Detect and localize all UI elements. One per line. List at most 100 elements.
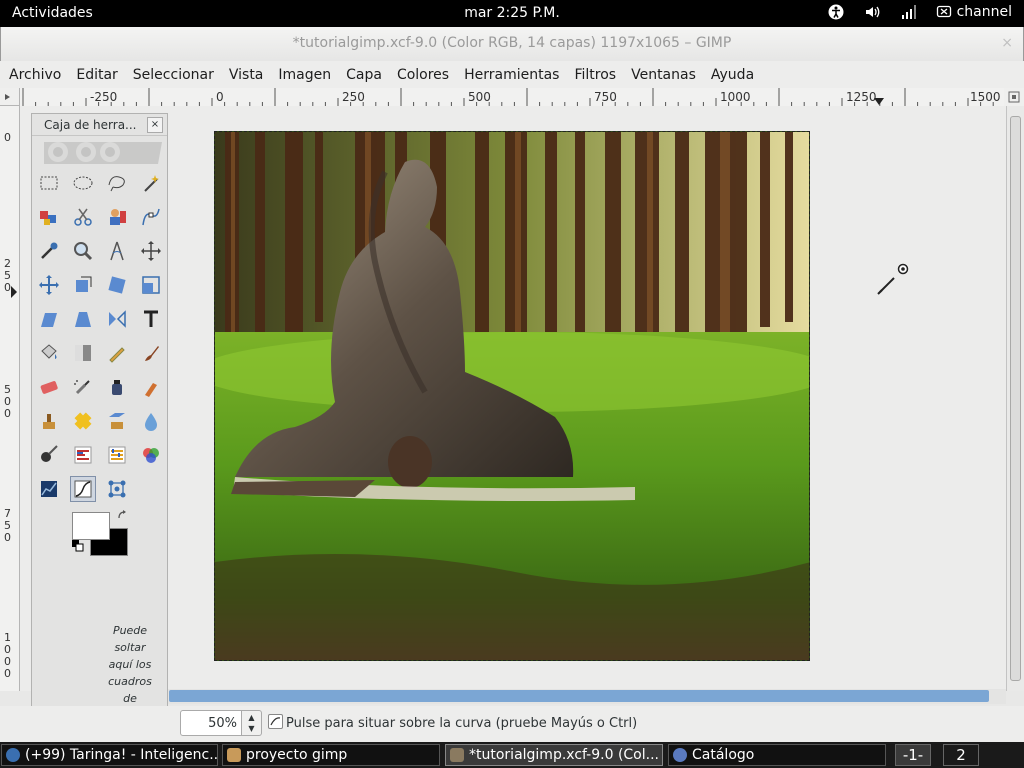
perspective-tool-button[interactable] bbox=[70, 306, 96, 332]
horizontal-ruler[interactable]: -250 0 250 500 750 1000 1250 1500 bbox=[20, 88, 1004, 107]
status-message: Pulse para situar sobre la curva (pruebe… bbox=[286, 716, 638, 731]
menu-seleccionar[interactable]: Seleccionar bbox=[133, 67, 214, 83]
airbrush-tool-button[interactable] bbox=[70, 374, 96, 400]
select-by-color-tool-button[interactable] bbox=[36, 204, 62, 230]
eraser-tool-button[interactable] bbox=[36, 374, 62, 400]
smudge-tool-button[interactable] bbox=[36, 442, 62, 468]
ruler-ticks bbox=[22, 88, 994, 106]
transform-tool-icon bbox=[76, 276, 92, 292]
taskbar-item-gimp[interactable]: *tutorialgimp.xcf-9.0 (Col... bbox=[445, 744, 663, 766]
move-tool-button[interactable] bbox=[138, 238, 164, 264]
menu-archivo[interactable]: Archivo bbox=[9, 67, 61, 83]
rect-select-tool-icon bbox=[40, 176, 58, 190]
rotate-tool-button[interactable] bbox=[104, 272, 130, 298]
perspective-clone-tool-button[interactable] bbox=[104, 408, 130, 434]
taskbar-item-catalog[interactable]: Catálogo bbox=[668, 744, 886, 766]
foreground-select-tool-button[interactable] bbox=[104, 204, 130, 230]
mypaint-brush-tool-button[interactable] bbox=[138, 374, 164, 400]
navigate-icon[interactable] bbox=[1004, 88, 1024, 106]
ruler-label: 500 bbox=[4, 383, 11, 420]
vertical-ruler[interactable]: 0 250 500 750 1000 bbox=[0, 106, 20, 691]
curves-tool-button[interactable] bbox=[36, 476, 62, 502]
activities-button[interactable]: Actividades bbox=[12, 5, 93, 21]
network-signal-icon[interactable] bbox=[900, 4, 916, 20]
swap-colors-icon[interactable] bbox=[116, 508, 130, 522]
dodge-burn-tool-button[interactable] bbox=[70, 442, 96, 468]
paintbrush-tool-button[interactable] bbox=[138, 340, 164, 366]
scissors-select-tool-button[interactable] bbox=[70, 204, 96, 230]
transform-tool-button[interactable] bbox=[70, 272, 96, 298]
window-title-bar[interactable]: *tutorialgimp.xcf-9.0 (Color RGB, 14 cap… bbox=[0, 27, 1024, 61]
threshold-tool-button[interactable] bbox=[70, 476, 96, 502]
shear-tool-button[interactable] bbox=[36, 306, 62, 332]
pencil-tool-button[interactable] bbox=[104, 340, 130, 366]
shear-tool-icon bbox=[41, 313, 57, 327]
clone-tool-button[interactable] bbox=[36, 408, 62, 434]
vertical-scrollbar[interactable] bbox=[1006, 106, 1024, 691]
zoom-tool-button[interactable] bbox=[70, 238, 96, 264]
flip-tool-button[interactable] bbox=[104, 306, 130, 332]
heal-tool-button[interactable] bbox=[70, 408, 96, 434]
menu-capa[interactable]: Capa bbox=[346, 67, 382, 83]
ellipse-select-tool-button[interactable] bbox=[70, 170, 96, 196]
horizontal-scroll-thumb[interactable] bbox=[169, 690, 989, 702]
gimp-icon bbox=[450, 748, 464, 762]
bucket-fill-tool-button[interactable] bbox=[36, 340, 62, 366]
toolbox-close-button[interactable]: × bbox=[147, 117, 163, 133]
ruler-pointer-icon bbox=[11, 286, 17, 298]
menu-filtros[interactable]: Filtros bbox=[574, 67, 616, 83]
menu-ventanas[interactable]: Ventanas bbox=[631, 67, 696, 83]
menu-editar[interactable]: Editar bbox=[76, 67, 117, 83]
ellipse-select-tool-icon bbox=[73, 176, 93, 190]
perspective-tool-icon bbox=[75, 312, 91, 327]
blur-tool-icon bbox=[145, 413, 157, 431]
paths-tool-button[interactable] bbox=[138, 204, 164, 230]
cage-transform-tool-icon bbox=[108, 480, 126, 498]
mypaint-brush-tool-icon bbox=[145, 383, 157, 397]
vertical-scroll-thumb[interactable] bbox=[1010, 116, 1021, 681]
color-picker-tool-button[interactable] bbox=[36, 238, 62, 264]
horizontal-scrollbar[interactable] bbox=[168, 689, 1006, 704]
workspace-2-button[interactable]: 2 bbox=[943, 744, 979, 766]
ink-tool-button[interactable] bbox=[104, 374, 130, 400]
menu-imagen[interactable]: Imagen bbox=[278, 67, 331, 83]
status-tool-icon bbox=[268, 714, 283, 729]
menu-vista[interactable]: Vista bbox=[229, 67, 264, 83]
image-canvas[interactable] bbox=[214, 131, 810, 661]
close-window-button[interactable]: × bbox=[1001, 35, 1013, 51]
align-tool-button[interactable] bbox=[36, 272, 62, 298]
user-menu[interactable]: channel bbox=[936, 4, 1012, 20]
paintbrush-tool-icon bbox=[145, 346, 159, 361]
task-label: proyecto gimp bbox=[246, 747, 348, 763]
task-label: (+99) Taringa! - Inteligenc... bbox=[25, 747, 218, 763]
ruler-corner[interactable] bbox=[0, 88, 20, 106]
foreground-color-swatch[interactable] bbox=[72, 512, 110, 540]
blend-tool-button[interactable] bbox=[70, 340, 96, 366]
rotate-tool-icon bbox=[108, 276, 126, 294]
workspace-1-button[interactable]: -1- bbox=[895, 744, 931, 766]
cage-transform-tool-button[interactable] bbox=[104, 476, 130, 502]
taskbar-item-folder[interactable]: proyecto gimp bbox=[222, 744, 440, 766]
menu-herramientas[interactable]: Herramientas bbox=[464, 67, 559, 83]
text-tool-button[interactable] bbox=[138, 306, 164, 332]
color-balance-tool-button[interactable] bbox=[138, 442, 164, 468]
rect-select-tool-button[interactable] bbox=[36, 170, 62, 196]
blur-tool-button[interactable] bbox=[138, 408, 164, 434]
accessibility-icon[interactable] bbox=[828, 4, 844, 20]
taskbar-item-browser[interactable]: (+99) Taringa! - Inteligenc... bbox=[1, 744, 218, 766]
color-swatches bbox=[72, 510, 128, 556]
menu-ayuda[interactable]: Ayuda bbox=[711, 67, 754, 83]
zoom-stepper[interactable]: ▲ ▼ bbox=[242, 710, 262, 736]
scale-tool-button[interactable] bbox=[138, 272, 164, 298]
free-select-tool-button[interactable] bbox=[104, 170, 130, 196]
measure-tool-button[interactable] bbox=[104, 238, 130, 264]
toolbox-header[interactable]: Caja de herra... × bbox=[32, 114, 167, 136]
volume-icon[interactable] bbox=[864, 4, 880, 20]
default-colors-icon[interactable] bbox=[72, 540, 86, 554]
menu-colores[interactable]: Colores bbox=[397, 67, 449, 83]
fuzzy-select-tool-button[interactable] bbox=[138, 170, 164, 196]
zoom-input[interactable]: 50% bbox=[180, 710, 242, 736]
clock[interactable]: mar 2:25 P.M. bbox=[464, 5, 560, 21]
fuzzy-select-tool-icon bbox=[144, 175, 159, 192]
levels-tool-button[interactable] bbox=[104, 442, 130, 468]
